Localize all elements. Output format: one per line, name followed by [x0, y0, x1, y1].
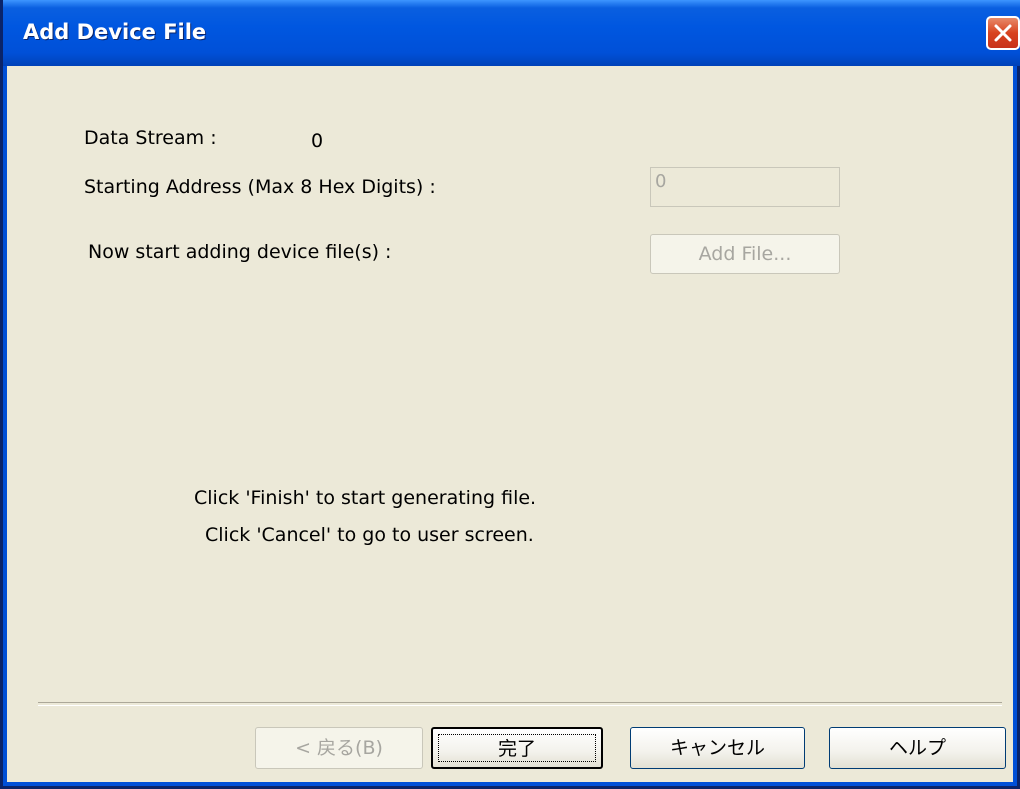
add-files-label: Now start adding device file(s) :: [88, 241, 392, 263]
dialog-window: Add Device File Data Stream : 0 Starting…: [0, 0, 1020, 789]
back-button[interactable]: < 戻る(B): [255, 727, 423, 769]
instruction-finish: Click 'Finish' to start generating file.: [194, 487, 537, 509]
footer-separator: [38, 702, 1002, 706]
data-stream-value: 0: [311, 130, 324, 152]
close-button[interactable]: [986, 16, 1020, 50]
starting-address-label: Starting Address (Max 8 Hex Digits) :: [84, 176, 436, 198]
help-button-label: ヘルプ: [888, 737, 946, 759]
back-button-label: < 戻る(B): [295, 737, 383, 759]
starting-address-input[interactable]: 0: [650, 167, 840, 207]
focus-rectangle: [438, 734, 596, 762]
starting-address-value: 0: [655, 171, 667, 192]
cancel-button[interactable]: キャンセル: [630, 727, 805, 769]
data-stream-label: Data Stream :: [84, 127, 217, 149]
add-file-button[interactable]: Add File...: [650, 234, 840, 274]
close-icon: [994, 24, 1012, 42]
finish-button[interactable]: 完了: [431, 727, 603, 769]
help-button[interactable]: ヘルプ: [829, 727, 1006, 769]
window-title: Add Device File: [23, 20, 207, 44]
instruction-cancel: Click 'Cancel' to go to user screen.: [205, 524, 534, 546]
dialog-body: [3, 66, 1017, 786]
add-file-button-label: Add File...: [698, 243, 792, 265]
title-bar[interactable]: Add Device File: [3, 0, 1020, 66]
cancel-button-label: キャンセル: [669, 737, 765, 759]
